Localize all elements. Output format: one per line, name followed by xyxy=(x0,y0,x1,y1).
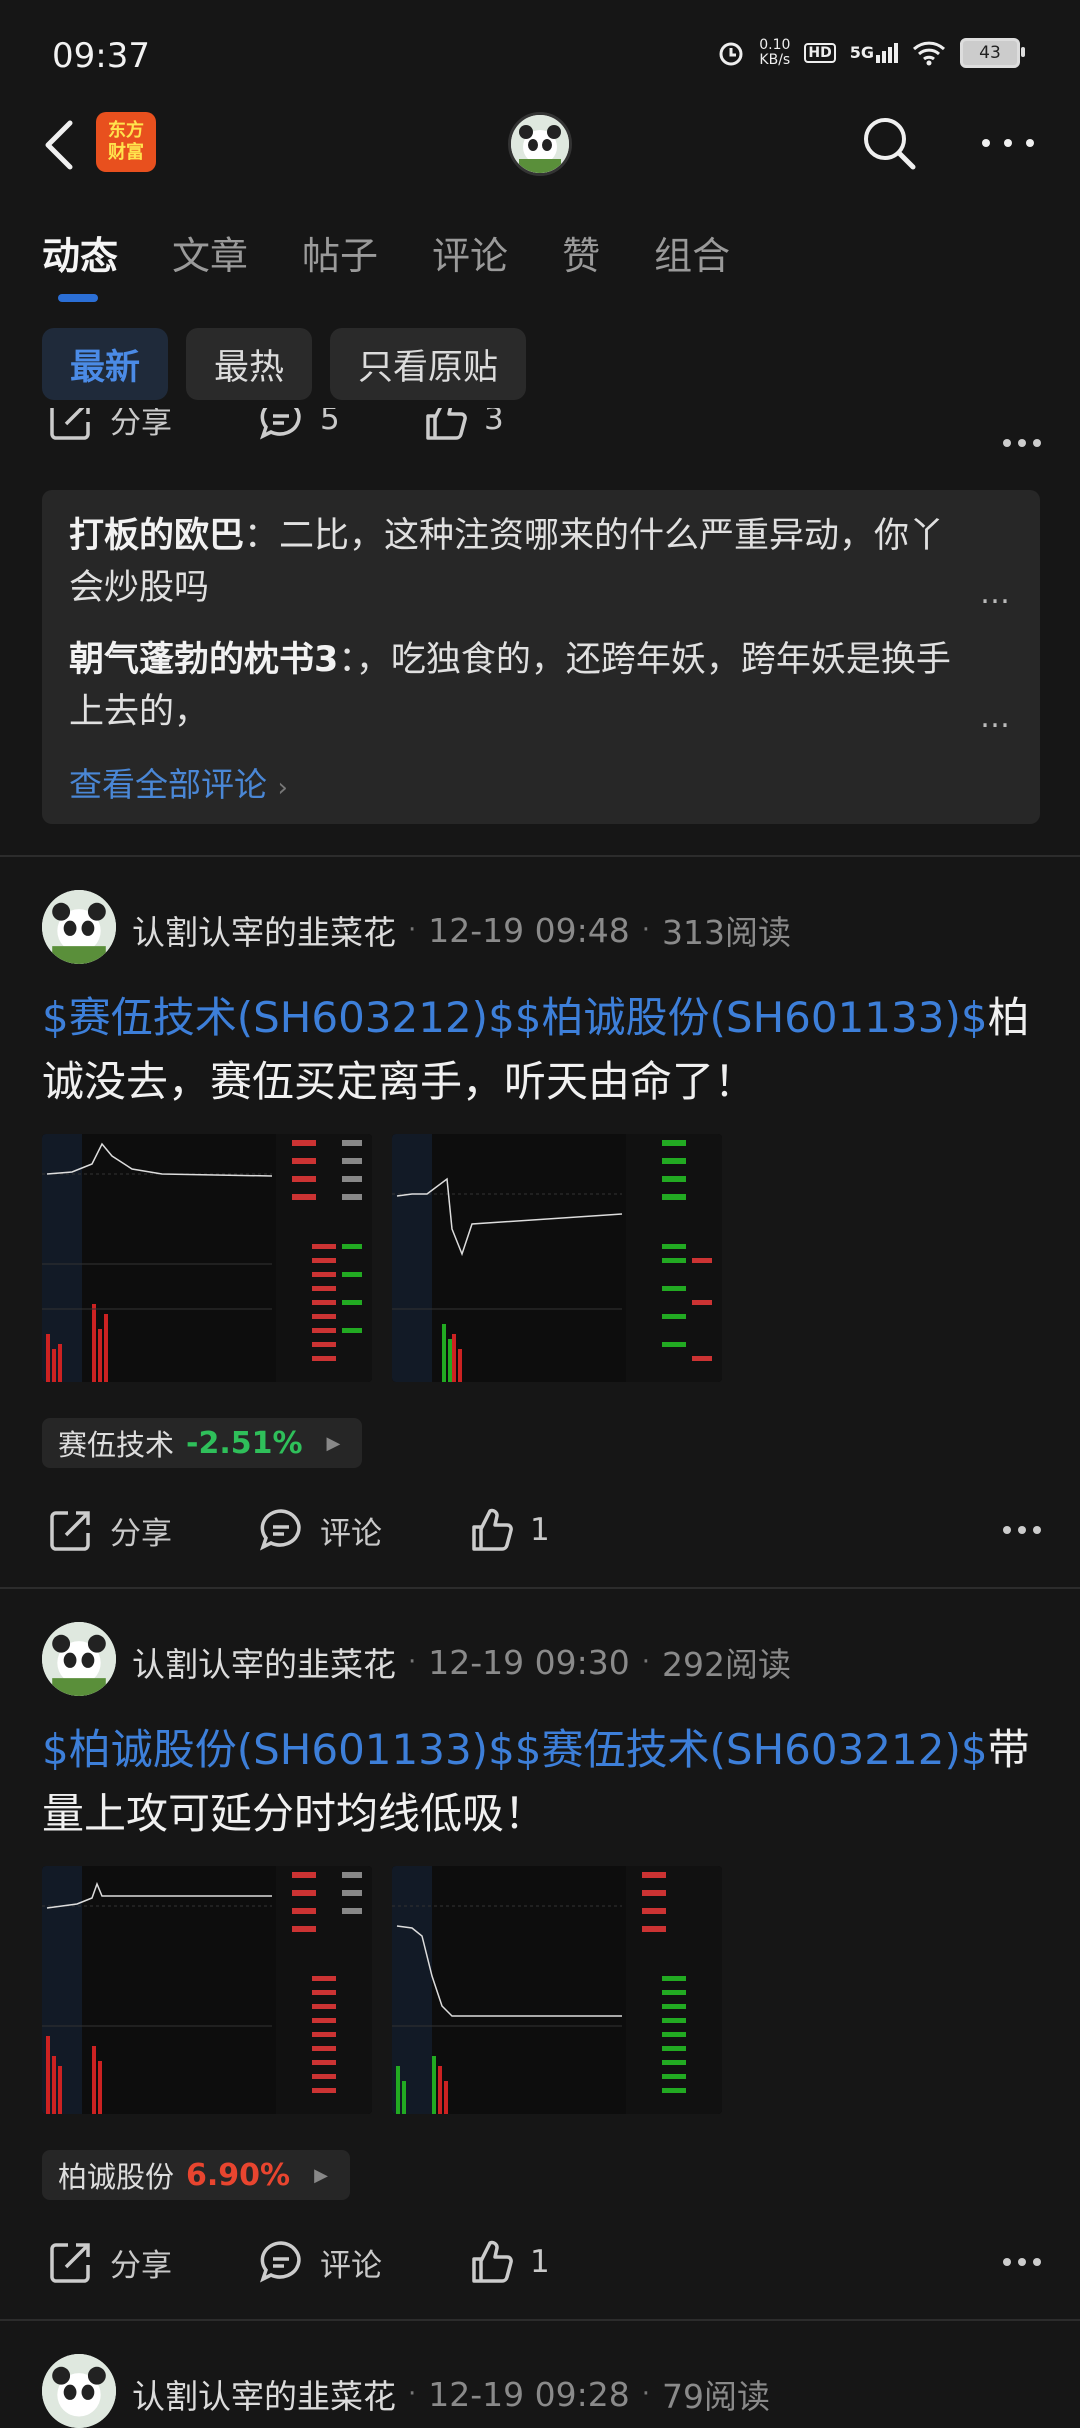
stock-chart-thumbnail xyxy=(392,1134,722,1382)
panda-avatar-icon xyxy=(42,1622,116,1696)
read-count: 313阅读 xyxy=(662,913,792,952)
post-meta: 认割认宰的韭菜花 · 12-19 09:30 · 292阅读 xyxy=(132,1638,791,1686)
divider xyxy=(0,855,1080,857)
chart-image[interactable] xyxy=(392,1866,722,2114)
filter-hottest[interactable]: 最热 xyxy=(186,328,313,400)
post-more-icon[interactable] xyxy=(1002,2255,1042,2269)
battery-icon: 43 xyxy=(960,38,1025,68)
stock-tag[interactable]: $柏诚股份(SH601133)$ xyxy=(515,993,988,1042)
comment-expand-icon[interactable]: … xyxy=(980,700,1010,735)
post-meta: 认割认宰的韭菜花 · 12-19 09:48 · 313阅读 xyxy=(132,906,791,954)
comment-button[interactable]: 5 xyxy=(256,408,340,444)
status-icons: 0.10 KB/s HD 5G 43 xyxy=(717,37,1025,68)
divider xyxy=(0,2319,1080,2321)
comment-expand-icon[interactable]: … xyxy=(980,576,1010,611)
post-more-icon[interactable] xyxy=(1002,436,1042,450)
stock-change: -2.51% xyxy=(186,1425,303,1461)
hd-icon: HD xyxy=(804,43,836,63)
stock-tag[interactable]: $赛伍技术(SH603212)$ xyxy=(42,993,515,1042)
comment-icon xyxy=(260,408,301,440)
chart-image[interactable] xyxy=(392,1134,722,1382)
post-time: 12-19 09:30 xyxy=(428,1642,630,1682)
stock-quote-chip[interactable]: 柏诚股份 6.90% ▶ xyxy=(42,2150,350,2200)
triangle-right-icon: ▶ xyxy=(314,2164,328,2186)
chart-image[interactable] xyxy=(42,1866,372,2114)
share-icon xyxy=(50,2243,90,2283)
share-icon xyxy=(50,408,90,440)
filter-original-only[interactable]: 只看原贴 xyxy=(330,328,527,400)
tab-posts[interactable]: 帖子 xyxy=(302,225,378,280)
tab-likes[interactable]: 赞 xyxy=(562,225,600,280)
share-button[interactable]: 分享 xyxy=(46,2237,172,2287)
stock-change: 6.90% xyxy=(186,2157,291,2193)
stock-name: 赛伍技术 xyxy=(58,1428,175,1462)
stock-quote-chip[interactable]: 赛伍技术 -2.51% ▶ xyxy=(42,1418,363,1468)
avatar[interactable] xyxy=(42,1622,116,1696)
tab-comments[interactable]: 评论 xyxy=(432,225,508,280)
stock-name: 柏诚股份 xyxy=(58,2160,175,2194)
divider xyxy=(0,1587,1080,1589)
panda-avatar-icon xyxy=(42,890,116,964)
avatar[interactable] xyxy=(42,890,116,964)
comment-icon xyxy=(260,1509,301,1551)
tab-articles[interactable]: 文章 xyxy=(172,225,248,280)
author-name[interactable]: 认割认宰的韭菜花 xyxy=(132,1638,396,1686)
post-actions: 分享 评论 1 xyxy=(0,2227,1080,2297)
tab-portfolios[interactable]: 组合 xyxy=(654,225,730,280)
post-time: 12-19 09:48 xyxy=(428,910,630,950)
read-count: 292阅读 xyxy=(662,1645,792,1684)
comment-button[interactable]: 评论 xyxy=(256,2237,382,2287)
share-button[interactable]: 分享 xyxy=(46,408,172,444)
stock-tag[interactable]: $赛伍技术(SH603212)$ xyxy=(515,1725,988,1774)
like-button[interactable]: 1 xyxy=(466,2237,550,2287)
comments-preview[interactable]: 打板的欧巴：二比，这种注资哪来的什么严重异动，你丫会炒股吗 … 朝气蓬勃的枕书3… xyxy=(42,490,1040,824)
avatar[interactable] xyxy=(42,2354,116,2428)
stock-chart-thumbnail xyxy=(392,1866,722,2114)
panda-avatar-icon xyxy=(511,115,569,173)
alarm-icon xyxy=(719,42,743,66)
thumbs-up-icon xyxy=(472,1508,513,1551)
post-content[interactable]: $柏诚股份(SH601133)$$赛伍技术(SH603212)$带量上攻可延分时… xyxy=(42,1718,1042,1846)
net-speed: 0.10 KB/s xyxy=(759,37,791,68)
status-time: 09:37 xyxy=(52,36,150,76)
comment-button[interactable]: 评论 xyxy=(256,1505,382,1555)
stock-tag[interactable]: $柏诚股份(SH601133)$ xyxy=(42,1725,515,1774)
post-actions: 分享 评论 1 xyxy=(0,1495,1080,1565)
like-button[interactable]: 3 xyxy=(420,408,504,444)
post-more-icon[interactable] xyxy=(1002,1523,1042,1537)
filter-latest[interactable]: 最新 xyxy=(42,328,169,400)
comment-icon xyxy=(260,2241,301,2283)
comment-item: 打板的欧巴：二比，这种注资哪来的什么严重异动，你丫会炒股吗 xyxy=(69,516,945,608)
view-all-comments-link[interactable]: 查看全部评论 › xyxy=(69,758,288,806)
wifi-icon xyxy=(912,41,946,66)
thumbs-up-icon xyxy=(472,2240,513,2283)
chevron-right-icon: › xyxy=(277,773,288,803)
tab-dynamics[interactable]: 动态 xyxy=(42,225,118,302)
back-arrow-icon[interactable] xyxy=(40,115,80,175)
panda-avatar-icon xyxy=(42,2354,116,2428)
profile-avatar[interactable] xyxy=(508,112,572,176)
filter-chips: 最新 最热 只看原贴 xyxy=(42,328,527,400)
author-name[interactable]: 认割认宰的韭菜花 xyxy=(132,2370,396,2418)
share-icon xyxy=(50,1511,90,1551)
signal-5g-icon: 5G xyxy=(850,43,898,63)
like-button[interactable]: 1 xyxy=(466,1505,550,1555)
share-button[interactable]: 分享 xyxy=(46,1505,172,1555)
more-options-icon[interactable] xyxy=(978,130,1038,156)
post-time: 12-19 09:28 xyxy=(428,2374,630,2414)
triangle-right-icon: ▶ xyxy=(326,1432,341,1454)
read-count: 79阅读 xyxy=(662,2377,771,2416)
prev-post-actions: 分享 5 3 xyxy=(0,408,1080,464)
search-icon[interactable] xyxy=(858,112,920,174)
post-content[interactable]: $赛伍技术(SH603212)$$柏诚股份(SH601133)$柏诚没去，赛伍买… xyxy=(42,986,1042,1114)
thumbs-up-icon xyxy=(426,408,467,440)
author-name[interactable]: 认割认宰的韭菜花 xyxy=(132,906,396,954)
stock-chart-thumbnail xyxy=(42,1134,372,1382)
chart-image[interactable] xyxy=(42,1134,372,1382)
stock-chart-thumbnail xyxy=(42,1866,372,2114)
post-meta: 认割认宰的韭菜花 · 12-19 09:28 · 79阅读 xyxy=(132,2370,770,2418)
comment-item: 朝气蓬勃的枕书3：，吃独食的，还跨年妖，跨年妖是换手上去的， xyxy=(69,640,951,732)
profile-tabs: 动态 文章 帖子 评论 赞 组合 xyxy=(42,225,784,302)
app-logo: 东方 财富 xyxy=(96,112,156,172)
